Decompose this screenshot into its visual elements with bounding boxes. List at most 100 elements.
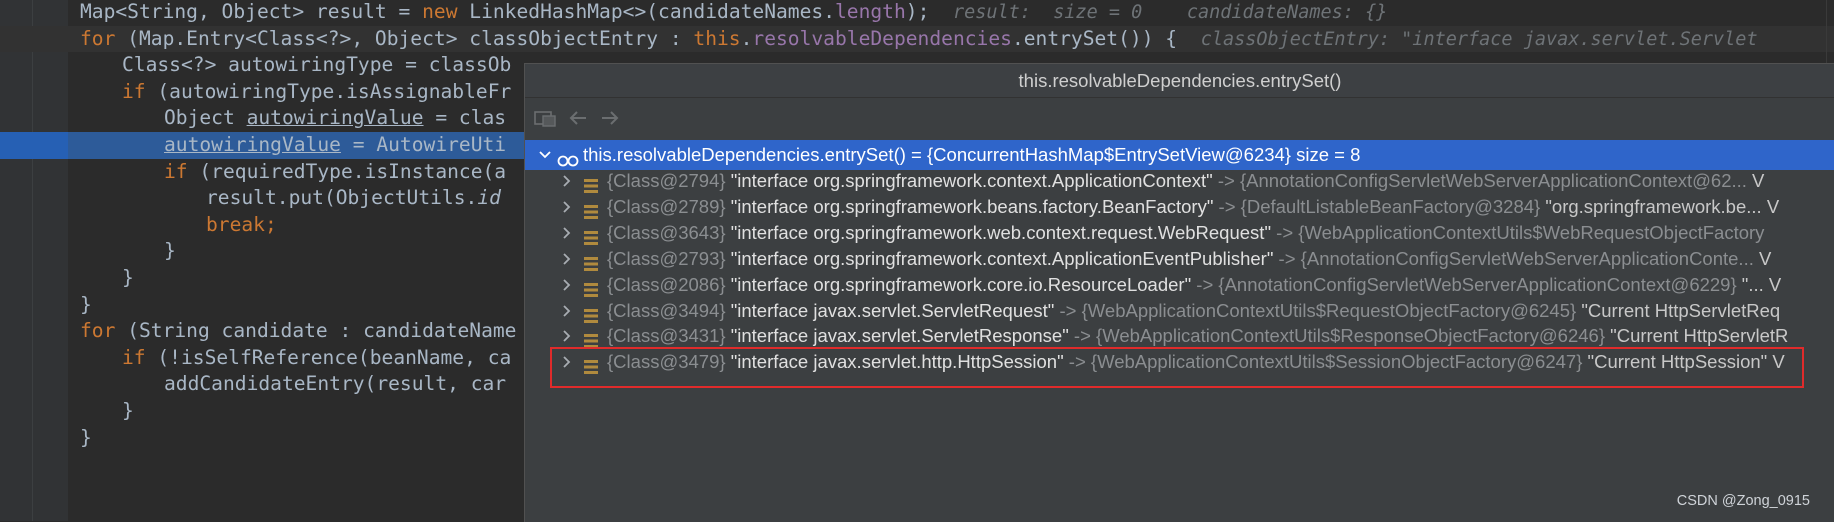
entry-key: "interface org.springframework.context.A… bbox=[730, 247, 1274, 269]
code-text: } bbox=[122, 398, 134, 428]
keyword-token: if bbox=[164, 159, 200, 183]
code-line[interactable]: Map<String, Object> result = new LinkedH… bbox=[0, 0, 1834, 26]
keyword-token: this bbox=[693, 26, 741, 50]
line-gutter[interactable] bbox=[0, 265, 68, 292]
entry-arrow: -> bbox=[1054, 299, 1082, 321]
code-token: } bbox=[80, 292, 92, 316]
code-text: addCandidateEntry(result, car bbox=[164, 371, 506, 401]
tree-entry-row[interactable]: {Class@3479} "interface javax.servlet.ht… bbox=[525, 347, 1834, 377]
keyword-token: if bbox=[122, 345, 158, 369]
code-token: Class<?> autowiringType = classOb bbox=[122, 53, 512, 77]
root-name: this.resolvableDependencies.entrySet() bbox=[583, 144, 906, 165]
entry-key: "interface org.springframework.context.A… bbox=[730, 170, 1213, 191]
line-gutter[interactable] bbox=[0, 26, 68, 53]
entry-value: {DefaultListableBeanFactory@3284} bbox=[1240, 195, 1541, 217]
entry-tail: "Current HttpServletReq bbox=[1576, 299, 1781, 321]
entry-key: "interface javax.servlet.ServletRequest" bbox=[730, 299, 1055, 321]
code-token: Map<String, Object> result = bbox=[80, 0, 423, 23]
entry-class-id: {Class@3431} bbox=[607, 325, 726, 347]
code-token: } bbox=[122, 399, 134, 422]
entry-value: {WebApplicationContextUtils$WebRequestOb… bbox=[1298, 221, 1765, 243]
entry-class-id: {Class@3494} bbox=[607, 299, 726, 321]
line-gutter[interactable] bbox=[0, 0, 68, 26]
code-token: .entrySet()) { bbox=[1011, 26, 1178, 50]
line-gutter[interactable] bbox=[0, 345, 68, 372]
entry-value: {AnnotationConfigServletWebServerApplica… bbox=[1300, 247, 1754, 269]
entry-arrow: -> bbox=[1273, 247, 1301, 269]
code-text: for (Map.Entry<Class<?>, Object> classOb… bbox=[80, 26, 1758, 56]
popup-title: this.resolvableDependencies.entrySet() bbox=[525, 64, 1834, 98]
code-token: . bbox=[740, 26, 753, 50]
line-gutter[interactable] bbox=[0, 238, 68, 265]
line-gutter[interactable] bbox=[0, 425, 68, 452]
forward-arrow-icon[interactable] bbox=[597, 106, 623, 130]
entry-arrow: -> bbox=[1191, 273, 1219, 295]
code-token: (Map.Entry<Class<?>, Object> classObject… bbox=[127, 26, 694, 50]
chevron-right-icon[interactable] bbox=[557, 347, 577, 377]
root-size: size = 8 bbox=[1290, 144, 1361, 165]
inline-debug-value[interactable]: result: size = 0 candidateNames: {} bbox=[953, 2, 1387, 23]
code-token: Object bbox=[164, 106, 247, 130]
entry-tail: "... V bbox=[1736, 273, 1782, 295]
keyword-token: for bbox=[80, 26, 128, 50]
code-token: (!isSelfReference(beanName, ca bbox=[157, 345, 512, 369]
code-text: } bbox=[80, 292, 92, 322]
inline-debug-value[interactable]: classObjectEntry: "interface javax.servl… bbox=[1201, 29, 1758, 50]
entry-arrow: -> bbox=[1271, 221, 1299, 243]
line-gutter[interactable] bbox=[0, 105, 68, 132]
code-text: if (autowiringType.isAssignableFr bbox=[122, 79, 511, 109]
code-text: } bbox=[80, 425, 92, 455]
code-text: for (String candidate : candidateName bbox=[80, 318, 516, 348]
field-entry-icon bbox=[583, 328, 599, 349]
entry-arrow: -> bbox=[1063, 351, 1091, 373]
code-token: ); bbox=[905, 0, 930, 23]
line-gutter[interactable] bbox=[0, 292, 68, 319]
entry-key: "interface org.springframework.core.io.R… bbox=[730, 273, 1192, 295]
quick-evaluate-popup[interactable]: this.resolvableDependencies.entrySet() t… bbox=[524, 63, 1834, 522]
entry-tail: V bbox=[1753, 247, 1772, 269]
field-token: length bbox=[835, 0, 906, 23]
line-gutter[interactable] bbox=[0, 52, 68, 79]
field-entry-icon bbox=[583, 251, 599, 271]
line-gutter[interactable] bbox=[0, 318, 68, 345]
code-token: } bbox=[80, 425, 92, 449]
show-types-icon[interactable] bbox=[533, 106, 559, 130]
field-token: resolvableDependencies bbox=[752, 26, 1012, 50]
entry-key: "interface javax.servlet.ServletResponse… bbox=[730, 325, 1069, 347]
variables-tree[interactable]: this.resolvableDependencies.entrySet() =… bbox=[525, 140, 1834, 522]
code-token: result.put(ObjectUtils. bbox=[206, 186, 478, 210]
field-entry-icon bbox=[583, 173, 599, 193]
entry-tail: "org.springframework.be... V bbox=[1540, 195, 1780, 217]
code-token: } bbox=[122, 266, 134, 289]
keyword-token: if bbox=[122, 79, 158, 103]
line-gutter[interactable] bbox=[0, 398, 68, 425]
code-token: addCandidateEntry(result, car bbox=[164, 372, 507, 396]
code-line[interactable]: for (Map.Entry<Class<?>, Object> classOb… bbox=[0, 25, 1834, 56]
code-text: Class<?> autowiringType = classOb bbox=[122, 52, 511, 82]
code-token: autowiringValue bbox=[164, 133, 341, 156]
code-token: = clas bbox=[423, 106, 507, 130]
line-gutter[interactable] bbox=[0, 185, 68, 212]
entry-class-id: {Class@2793} bbox=[607, 247, 726, 269]
line-gutter[interactable] bbox=[0, 159, 68, 186]
entry-arrow: -> bbox=[1068, 325, 1097, 347]
back-arrow-icon[interactable] bbox=[565, 106, 591, 130]
entry-class-id: {Class@2789} bbox=[607, 195, 726, 217]
code-text: autowiringValue = AutowireUti bbox=[164, 132, 506, 162]
entry-value: {WebApplicationContextUtils$SessionObjec… bbox=[1090, 351, 1583, 373]
keyword-token: new bbox=[422, 0, 470, 23]
field-entry-icon bbox=[583, 354, 599, 375]
watch-glasses-icon bbox=[557, 147, 579, 167]
code-text: break; bbox=[206, 212, 277, 242]
line-gutter[interactable] bbox=[0, 371, 68, 398]
code-text: } bbox=[164, 238, 176, 268]
entry-key: "interface org.springframework.beans.fac… bbox=[730, 195, 1214, 217]
line-gutter[interactable] bbox=[0, 212, 68, 239]
entry-class-id: {Class@3479} bbox=[607, 351, 726, 373]
keyword-token: break; bbox=[206, 212, 277, 236]
line-gutter[interactable] bbox=[0, 132, 68, 159]
code-text: if (!isSelfReference(beanName, ca bbox=[122, 345, 511, 375]
code-token: (autowiringType.isAssignableFr bbox=[157, 79, 512, 103]
code-token: = AutowireUti bbox=[340, 133, 507, 156]
line-gutter[interactable] bbox=[0, 79, 68, 106]
